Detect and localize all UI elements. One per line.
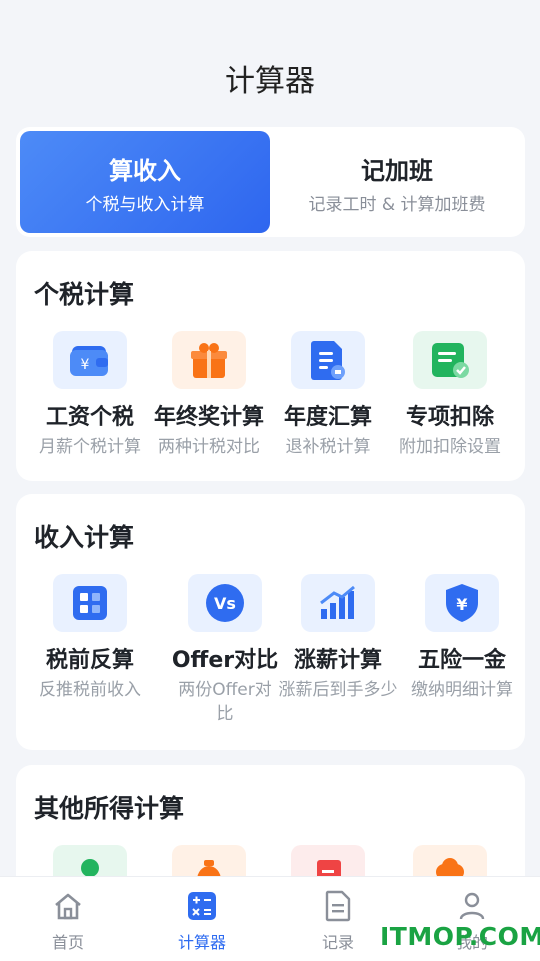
home-icon — [18, 889, 118, 923]
shield-yen-icon: ¥ — [425, 574, 499, 632]
tool-desc: 两种计税对比 — [158, 437, 260, 457]
gift-icon — [172, 331, 246, 389]
tab-overtime[interactable]: 记加班 记录工时 & 计算加班费 — [272, 131, 522, 233]
tool-label: 工资个税 — [45, 405, 134, 430]
tool-salary-tax[interactable]: ¥ 工资个税 月薪个税计算 — [28, 331, 152, 459]
wallet-icon: ¥ — [53, 331, 127, 389]
tool-label: 涨薪计算 — [293, 648, 382, 673]
vs-icon: Vs — [188, 574, 262, 632]
tool-pretax-reverse[interactable]: 税前反算 反推税前收入 — [28, 574, 152, 702]
tab-record[interactable]: 记录 — [288, 889, 388, 953]
svg-text:¥: ¥ — [456, 595, 467, 614]
tool-raise-calc[interactable]: 涨薪计算 涨薪后到手多少 — [270, 574, 406, 702]
section-title: 其他所得计算 — [34, 794, 185, 823]
checklist-icon — [413, 331, 487, 389]
tab-home[interactable]: 首页 — [18, 889, 118, 953]
tab-label: 首页 — [51, 933, 84, 952]
tool-desc: 退补税计算 — [285, 437, 371, 457]
mode-segment: 算收入 个税与收入计算 记加班 记录工时 & 计算加班费 — [16, 127, 525, 237]
tool-label: 税前反算 — [45, 648, 134, 673]
tool-label: 年度汇算 — [283, 405, 372, 430]
tax-section: 个税计算 ¥ 工资个税 月薪个税计算 年终奖计算 两种计税对比 年度汇算 退补税… — [16, 251, 525, 481]
page-title: 计算器 — [225, 64, 315, 99]
tab-overtime-subtitle: 记录工时 & 计算加班费 — [308, 195, 486, 215]
tab-label: 记录 — [321, 933, 354, 952]
svg-text:¥: ¥ — [81, 357, 90, 373]
income-section: 收入计算 税前反算 反推税前收入 Vs Offer对比 两份Offer对比 涨薪… — [16, 494, 525, 750]
svg-text:Vs: Vs — [214, 594, 236, 613]
calculator-icon — [152, 889, 252, 923]
tool-annual-settlement[interactable]: 年度汇算 退补税计算 — [266, 331, 390, 459]
tab-income-subtitle: 个税与收入计算 — [85, 195, 205, 215]
tab-income[interactable]: 算收入 个税与收入计算 — [20, 131, 270, 233]
section-title: 收入计算 — [34, 523, 135, 552]
tool-desc: 缴纳明细计算 — [411, 680, 513, 700]
tool-bonus[interactable]: 年终奖计算 两种计税对比 — [147, 331, 271, 459]
tool-label: 年终奖计算 — [153, 405, 264, 430]
section-title: 个税计算 — [34, 280, 135, 309]
growth-chart-icon — [301, 574, 375, 632]
tool-desc: 涨薪后到手多少 — [278, 680, 398, 700]
user-icon — [422, 889, 522, 923]
tool-desc: 两份Offer对比 — [178, 680, 272, 724]
tool-desc: 月薪个税计算 — [39, 437, 141, 457]
tool-desc: 反推税前收入 — [39, 680, 141, 700]
tab-calculator[interactable]: 计算器 — [152, 889, 252, 953]
tool-desc: 附加扣除设置 — [399, 437, 501, 457]
watermark: ITMOP.COM — [380, 922, 540, 951]
tool-label: 五险一金 — [417, 648, 506, 673]
tool-special-deduction[interactable]: 专项扣除 附加扣除设置 — [388, 331, 512, 459]
tab-income-title: 算收入 — [109, 157, 181, 185]
record-icon — [288, 889, 388, 923]
tab-overtime-title: 记加班 — [361, 157, 433, 185]
blocks-icon — [53, 574, 127, 632]
document-icon — [291, 331, 365, 389]
tab-label: 计算器 — [177, 933, 226, 952]
tool-social-insurance[interactable]: ¥ 五险一金 缴纳明细计算 — [400, 574, 524, 702]
tool-label: 专项扣除 — [405, 405, 494, 430]
